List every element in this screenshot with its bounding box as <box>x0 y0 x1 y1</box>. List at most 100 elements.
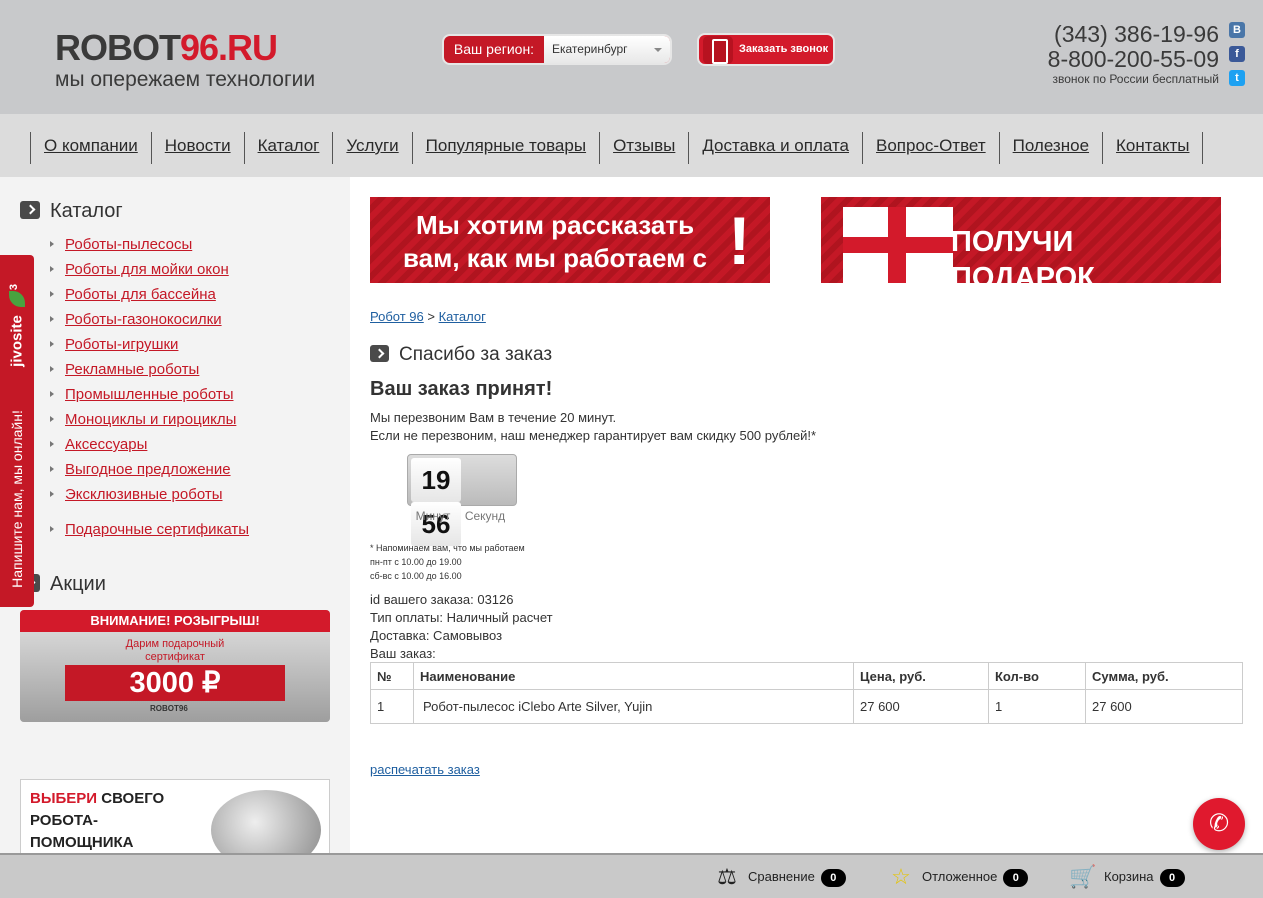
catalog-item-gift-certificates[interactable]: Подарочные сертификаты <box>50 521 249 538</box>
nav-contacts[interactable]: Контакты <box>1116 136 1189 155</box>
hours-weekend: сб-вс с 10.00 до 16.00 <box>370 571 462 581</box>
logo[interactable]: ROBOT96.RU мы опережаем технологии <box>55 30 315 92</box>
timer-minutes-label: Минут <box>415 509 451 523</box>
nav-about[interactable]: О компании <box>44 136 138 155</box>
nav-reviews[interactable]: Отзывы <box>613 136 675 155</box>
order-call-button[interactable]: Заказать звонок <box>697 33 835 66</box>
timer-seconds-label: Секунд <box>464 509 506 523</box>
nav-services[interactable]: Услуги <box>346 136 398 155</box>
breadcrumb-catalog[interactable]: Каталог <box>439 309 486 324</box>
exclamation-icon: ! <box>728 203 751 279</box>
catalog-item[interactable]: Аксессуары <box>50 436 147 453</box>
phone-icon: ✆ <box>1208 810 1230 837</box>
compare-label: Сравнение <box>748 869 815 884</box>
site-header: ROBOT96.RU мы опережаем технологии Ваш р… <box>0 0 1263 114</box>
cart-count: 0 <box>1159 869 1185 887</box>
catalog-item[interactable]: Роботы для мойки окон <box>50 261 229 278</box>
catalog-heading: Каталог <box>20 199 123 223</box>
deferred-label: Отложенное <box>922 869 998 884</box>
arrow-right-icon <box>20 201 40 219</box>
region-dropdown[interactable]: Екатеринбург <box>544 36 670 63</box>
phone-local[interactable]: (343) 386-19-96 <box>1048 22 1219 47</box>
jivosite-chat-tab[interactable]: 3 jivosite Напишите нам, мы онлайн! <box>0 255 34 607</box>
hours-weekdays: пн-пт с 10.00 до 19.00 <box>370 557 462 567</box>
print-order-link[interactable]: распечатать заказ <box>370 762 480 777</box>
region-label: Ваш регион: <box>453 41 535 57</box>
deferred-widget[interactable]: ☆ Отложенное 0 <box>886 865 1029 889</box>
timer-labels: Минут Секунд <box>407 509 517 523</box>
delivery-type: Доставка: Самовывоз <box>370 628 503 643</box>
catalog-item[interactable]: Моноциклы и гироциклы <box>50 411 236 428</box>
raffle-amount: 3000 ₽ <box>65 665 285 701</box>
payment-type: Тип оплаты: Наличный расчет <box>370 610 553 625</box>
col-sum: Сумма, руб. <box>1085 662 1243 690</box>
nav-faq[interactable]: Вопрос-Ответ <box>876 136 986 155</box>
sidebar: Каталог Роботы-пылесосы Роботы для мойки… <box>0 177 350 857</box>
cell-qty: 1 <box>988 689 1086 724</box>
nav-catalog[interactable]: Каталог <box>258 136 320 155</box>
order-id: id вашего заказа: 03126 <box>370 592 514 607</box>
table-row: 1 Робот-пылесос iClebo Arte Silver, Yuji… <box>370 689 1243 724</box>
raffle-promo-banner[interactable]: ВНИМАНИЕ! РОЗЫГРЫШ! Дарим подарочный сер… <box>20 610 330 722</box>
cell-sum: 27 600 <box>1085 689 1243 724</box>
nav-delivery[interactable]: Доставка и оплата <box>702 136 849 155</box>
catalog-item[interactable]: Промышленные роботы <box>50 386 234 403</box>
twitter-icon[interactable]: t <box>1229 70 1245 86</box>
nav-useful[interactable]: Полезное <box>1013 136 1089 155</box>
contact-phones: (343) 386-19-96 8-800-200-55-09 звонок п… <box>1048 22 1219 87</box>
catalog-list: Роботы-пылесосы Роботы для мойки окон Ро… <box>50 235 249 545</box>
col-number: № <box>370 662 414 690</box>
nav-news[interactable]: Новости <box>165 136 231 155</box>
callback-phone-button[interactable]: ✆ <box>1193 798 1245 850</box>
hours-note: * Напоминаем вам, что мы работаем <box>370 543 525 553</box>
choose-red: ВЫБЕРИ <box>30 790 98 807</box>
col-name: Наименование <box>413 662 854 690</box>
logo-suffix: 96.RU <box>180 27 278 68</box>
how-we-work-banner[interactable]: Мы хотим рассказать вам, как мы работаем… <box>370 197 770 283</box>
compare-widget[interactable]: ⚖ Сравнение 0 <box>712 865 846 889</box>
callback-line-1: Мы перезвоним Вам в течение 20 минут. <box>370 410 617 425</box>
choose-text-1: СВОЕГО <box>101 790 165 807</box>
page-title: Спасибо за заказ <box>370 344 552 366</box>
catalog-item[interactable]: Выгодное предложение <box>50 461 231 478</box>
raffle-logo: ROBOT96 <box>150 704 188 713</box>
tagline: мы опережаем технологии <box>55 68 316 91</box>
scales-icon: ⚖ <box>717 864 737 889</box>
catalog-item[interactable]: Эксклюзивные роботы <box>50 486 223 503</box>
cart-widget[interactable]: 🛒 Корзина 0 <box>1068 865 1185 889</box>
catalog-item[interactable]: Роботы для бассейна <box>50 286 216 303</box>
catalog-item[interactable]: Роботы-игрушки <box>50 336 178 353</box>
order-call-label: Заказать звонок <box>739 43 829 55</box>
catalog-item[interactable]: Роботы-газонокосилки <box>50 311 222 328</box>
col-price: Цена, руб. <box>853 662 989 690</box>
breadcrumb-separator: > <box>427 309 435 324</box>
nav-popular[interactable]: Популярные товары <box>426 136 586 155</box>
countdown-timer: 19 56 <box>407 454 517 546</box>
chat-number-icon: 3 <box>8 283 21 291</box>
timer-minutes: 19 <box>411 458 461 502</box>
cart-icon: 🛒 <box>1069 864 1097 889</box>
how-we-work-text: Мы хотим рассказать вам, как мы работаем… <box>402 210 707 283</box>
choose-text-2: РОБОТА- <box>30 812 98 829</box>
get-gift-banner[interactable]: ПОЛУЧИ ПОДАРОК <box>821 197 1221 283</box>
choose-robot-banner[interactable]: ВЫБЕРИ СВОЕГО РОБОТА- ПОМОЩНИКА <box>20 779 330 857</box>
jivosite-message: Напишите нам, мы онлайн! <box>9 410 25 588</box>
breadcrumb-home[interactable]: Робот 96 <box>370 309 424 324</box>
region-selector[interactable]: Ваш регион: Екатеринбург <box>442 34 672 65</box>
vk-icon[interactable]: B <box>1229 22 1245 38</box>
facebook-icon[interactable]: f <box>1229 46 1245 62</box>
get-gift-text: ПОЛУЧИ ПОДАРОК <box>951 226 1095 283</box>
order-info: id вашего заказа: 03126 Тип оплаты: Нали… <box>370 591 553 663</box>
chevron-down-icon <box>654 48 662 56</box>
logo-prefix: ROBOT <box>55 27 181 68</box>
bottom-bar: ⚖ Сравнение 0 ☆ Отложенное 0 🛒 Корзина 0 <box>0 853 1263 898</box>
catalog-item[interactable]: Рекламные роботы <box>50 361 199 378</box>
cell-number: 1 <box>370 689 414 724</box>
cell-name: Робот-пылесос iClebo Arte Silver, Yujin <box>413 689 854 724</box>
phone-tollfree[interactable]: 8-800-200-55-09 <box>1048 47 1219 72</box>
phone-note: звонок по России бесплатный <box>1052 72 1219 86</box>
table-header-row: № Наименование Цена, руб. Кол-во Сумма, … <box>370 662 1243 690</box>
catalog-item[interactable]: Роботы-пылесосы <box>50 236 192 253</box>
robot-head-image <box>211 790 321 856</box>
order-accepted-heading: Ваш заказ принят! <box>370 378 553 400</box>
